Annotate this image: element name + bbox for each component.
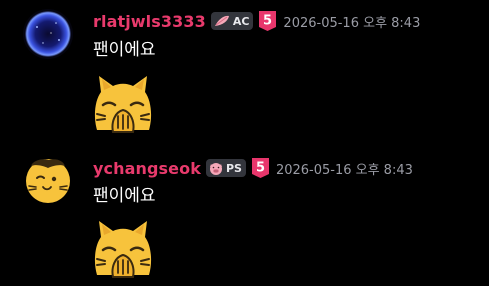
tag-label: PS [225, 161, 242, 175]
timestamp: 2026-05-16 오후 8:43 [275, 162, 413, 178]
galaxy-orb-avatar-icon [23, 9, 73, 59]
cat-facepalm-emoji [91, 215, 155, 279]
user-avatar[interactable] [23, 154, 73, 204]
rank-badge-icon[interactable]: 5 [258, 10, 277, 32]
message-item: ychangseok PS 5 2026-05-16 오후 8:43 팬이에요 [0, 143, 489, 286]
user-tag-badge[interactable]: AC [210, 12, 254, 30]
pig-icon [209, 162, 223, 175]
message-text: 팬이에요 [93, 40, 156, 60]
rank-badge-icon[interactable]: 5 [251, 157, 270, 179]
username[interactable]: ychangseok [93, 159, 201, 178]
user-tag-badge[interactable]: PS [205, 159, 246, 177]
message-header: ychangseok PS 5 2026-05-16 오후 8:43 [93, 156, 413, 180]
message-text: 팬이에요 [93, 186, 156, 206]
rank-number: 5 [263, 14, 272, 29]
message-item: rlatjwls3333 AC 5 2026-05-16 오후 8:43 팬이에… [0, 0, 489, 143]
timestamp: 2026-05-16 오후 8:43 [283, 15, 421, 31]
message-header: rlatjwls3333 AC 5 2026-05-16 오후 8:43 [93, 9, 420, 33]
feather-icon [214, 15, 230, 27]
cat-facepalm-emoji [91, 70, 155, 134]
username[interactable]: rlatjwls3333 [93, 12, 206, 31]
cat-face-avatar-icon [23, 154, 73, 204]
user-avatar[interactable] [23, 9, 73, 59]
rank-number: 5 [256, 161, 265, 176]
tag-label: AC [232, 14, 250, 28]
